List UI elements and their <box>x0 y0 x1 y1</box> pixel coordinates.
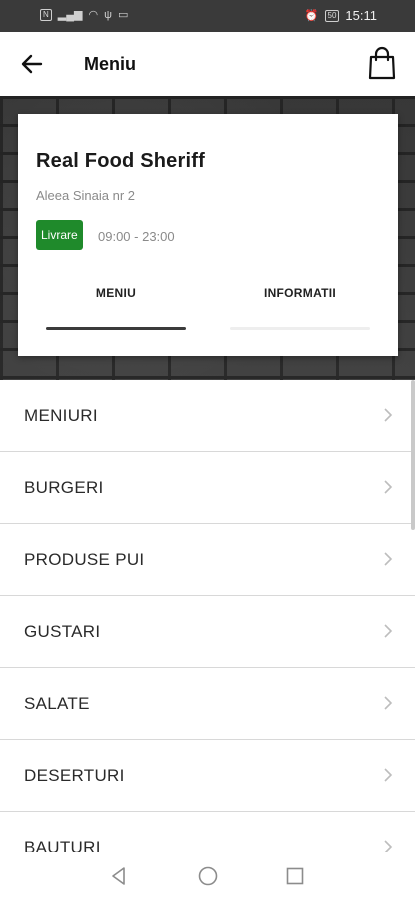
chevron-right-icon <box>384 408 393 422</box>
tab-indicator-inactive <box>230 327 370 330</box>
status-right-icons: ⏰ 50 15:11 <box>305 8 377 23</box>
restaurant-card: Real Food Sheriff Aleea Sinaia nr 2 Livr… <box>18 114 398 356</box>
nav-home-icon[interactable] <box>196 864 220 888</box>
cart-button[interactable] <box>367 46 397 80</box>
list-item[interactable]: BURGERI <box>0 452 415 524</box>
category-label: MENIURI <box>24 406 98 425</box>
delivery-badge: Livrare <box>36 220 83 250</box>
chevron-right-icon <box>384 696 393 710</box>
restaurant-address: Aleea Sinaia nr 2 <box>36 188 136 203</box>
alarm-icon: ⏰ <box>304 9 319 22</box>
category-label: PRODUSE PUI <box>24 550 145 569</box>
category-label: GUSTARI <box>24 622 101 641</box>
back-button[interactable] <box>18 50 46 78</box>
wifi-icon: ◠ <box>88 9 99 21</box>
opening-hours: 09:00 - 23:00 <box>98 229 175 244</box>
chevron-right-icon <box>384 768 393 782</box>
tab-label: MENIU <box>95 286 137 300</box>
category-list[interactable]: MENIURI BURGERI PRODUSE PUI GUSTARI SALA… <box>0 380 415 860</box>
chevron-right-icon <box>384 480 393 494</box>
page-title: Meniu <box>84 54 136 74</box>
tab-informatii[interactable]: INFORMATII <box>230 282 370 330</box>
chevron-right-icon <box>384 624 393 638</box>
list-item[interactable]: GUSTARI <box>0 596 415 668</box>
network-chip: N <box>40 9 52 21</box>
category-label: BURGERI <box>24 478 104 497</box>
system-nav-bar <box>0 852 415 900</box>
arrow-left-icon <box>21 54 43 74</box>
shopping-bag-icon <box>368 46 396 80</box>
restaurant-name: Real Food Sheriff <box>36 150 205 172</box>
battery-icon: 50 <box>324 9 340 22</box>
chevron-right-icon <box>384 552 393 566</box>
nav-recents-icon[interactable] <box>283 864 307 888</box>
category-label: SALATE <box>24 694 90 713</box>
usb-icon: ψ <box>104 9 112 21</box>
status-left-icons: N ▂▄▆ ◠ ψ ▭ <box>40 9 128 21</box>
tab-indicator-active <box>46 327 186 330</box>
list-item[interactable]: PRODUSE PUI <box>0 524 415 596</box>
app-bar: Meniu <box>0 32 415 96</box>
tab-meniu[interactable]: MENIU <box>46 282 186 330</box>
screen-icon: ▭ <box>117 9 129 21</box>
list-item[interactable]: MENIURI <box>0 380 415 452</box>
signal-icon: ▂▄▆ <box>57 9 83 21</box>
status-bar: N ▂▄▆ ◠ ψ ▭ ⏰ 50 15:11 <box>0 0 415 32</box>
list-item[interactable]: SALATE <box>0 668 415 740</box>
scrollbar[interactable] <box>411 380 415 530</box>
status-time: 15:11 <box>345 8 377 23</box>
tab-label: INFORMATII <box>263 286 337 300</box>
list-item[interactable]: DESERTURI <box>0 740 415 812</box>
nav-back-icon[interactable] <box>107 864 131 888</box>
category-label: DESERTURI <box>24 766 125 785</box>
